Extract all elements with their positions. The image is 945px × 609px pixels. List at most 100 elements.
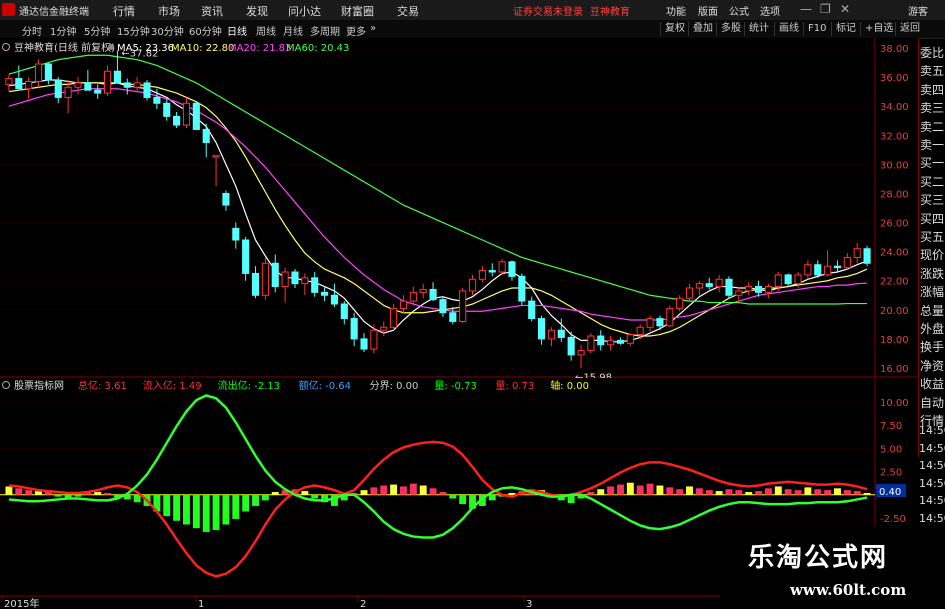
menu-functions[interactable]: 功能 (666, 3, 686, 18)
btn-f10[interactable]: F10 (803, 22, 830, 36)
period-weekly[interactable]: 周线 (256, 23, 276, 38)
btn-adjust[interactable]: 复权 (660, 22, 689, 36)
candle[interactable] (192, 101, 200, 130)
indicator-legend-item: 流出亿: -2.13 (218, 379, 280, 392)
btn-multi-stock[interactable]: 多股 (716, 22, 745, 36)
candle[interactable] (587, 333, 595, 354)
btn-back[interactable]: 返回 (895, 22, 924, 36)
sidebar-item[interactable]: 卖三 (920, 99, 944, 116)
flow-bar (301, 491, 309, 495)
flow-bar (488, 494, 496, 501)
menu-quotes[interactable]: 行情 (113, 3, 135, 19)
menu-news[interactable]: 资讯 (201, 3, 223, 19)
candle[interactable] (390, 304, 398, 331)
period-5min[interactable]: 5分钟 (84, 23, 110, 38)
candle[interactable] (863, 245, 871, 267)
sidebar-item[interactable]: 涨幅 (920, 283, 944, 300)
flow-bar (133, 494, 141, 503)
period-timeshare[interactable]: 分时 (22, 23, 42, 38)
login-warning[interactable]: 证券交易未登录 (513, 3, 583, 18)
sidebar-item[interactable]: 买二 (920, 173, 944, 190)
sidebar-item[interactable]: 涨跌 (920, 265, 944, 282)
menu-layout[interactable]: 版面 (698, 3, 718, 18)
x-tick-label: 2 (360, 599, 366, 609)
flow-bar (400, 486, 407, 495)
flow-bar (626, 482, 634, 495)
y-tick-label: 5.00 (880, 444, 902, 455)
candle[interactable] (666, 305, 674, 328)
flow-bar (764, 488, 772, 495)
sidebar-item[interactable]: 外盘 (920, 320, 944, 337)
legend-ma60: MA60: 20.43 (286, 43, 349, 54)
sidebar-item[interactable]: 卖五 (920, 62, 944, 79)
candlestick-chart[interactable]: 38.00 36.00 34.00 32.00 30.00 28.00 26.00 24.00… (0, 38, 918, 378)
flow-bar (390, 484, 398, 495)
period-daily[interactable]: 日线 (227, 23, 247, 38)
menu-wealth[interactable]: 财富圈 (341, 3, 374, 19)
sidebar-item[interactable]: 卖四 (920, 81, 944, 98)
menu-market[interactable]: 市场 (158, 3, 180, 19)
y-tick-label: 30.00 (880, 160, 909, 171)
sidebar-time: 14:50 (919, 424, 945, 437)
flow-bar (271, 492, 279, 495)
menu-trade[interactable]: 交易 (397, 3, 419, 19)
more-chevron-icon[interactable]: » (370, 23, 376, 34)
menu-options[interactable]: 选项 (760, 3, 780, 18)
period-60min[interactable]: 60分钟 (189, 23, 222, 38)
sidebar-item[interactable]: 买四 (920, 210, 944, 227)
flow-bar (94, 492, 102, 495)
minimize-icon[interactable]: — (800, 2, 812, 16)
sidebar-item[interactable]: 净资 (920, 357, 944, 374)
btn-draw[interactable]: 画线 (774, 22, 803, 36)
sidebar-item[interactable]: 买五 (920, 228, 944, 245)
close-icon[interactable]: ✕ (840, 2, 850, 16)
candle[interactable] (459, 288, 467, 323)
sidebar-item[interactable]: 自动 (920, 394, 944, 411)
menu-discover[interactable]: 发现 (246, 3, 268, 19)
watermark-title: 乐淘公式网 (748, 543, 889, 573)
indicator-legend-item: 额亿: -0.64 (299, 379, 351, 392)
sidebar-item[interactable]: 卖二 (920, 118, 944, 135)
period-multi[interactable]: 多周期 (310, 23, 340, 38)
period-1min[interactable]: 1分钟 (50, 23, 76, 38)
y-tick-label: 7.50 (880, 421, 902, 432)
sidebar-item[interactable]: 委比 (920, 44, 944, 61)
flow-bar (617, 484, 624, 495)
legend-ma5: MA5: 23.36 (117, 43, 174, 54)
menu-formula[interactable]: 公式 (729, 3, 749, 18)
btn-add-watchlist[interactable]: +自选 (860, 22, 897, 36)
candle[interactable] (143, 80, 151, 101)
restore-icon[interactable]: ❐ (820, 2, 831, 16)
flow-bar (192, 494, 200, 529)
sidebar-item[interactable]: 买三 (920, 191, 944, 208)
candle[interactable] (725, 276, 733, 299)
indicator-legend-item: 流入亿: 1.49 (143, 379, 202, 392)
btn-mark[interactable]: 标记 (831, 22, 860, 36)
sidebar-item[interactable]: 总量 (920, 302, 944, 319)
guest-label[interactable]: 游客 (908, 3, 928, 18)
y-tick-label: 22.00 (880, 277, 909, 288)
menu-ask[interactable]: 问小达 (288, 3, 321, 19)
btn-stats[interactable]: 统计 (744, 22, 773, 36)
period-15min[interactable]: 15分钟 (117, 23, 150, 38)
sidebar-item[interactable]: 买一 (920, 154, 944, 171)
ma-settings-icon[interactable] (108, 44, 114, 50)
period-30min[interactable]: 30分钟 (151, 23, 184, 38)
app-logo-icon (2, 3, 15, 16)
period-monthly[interactable]: 月线 (283, 23, 303, 38)
candle[interactable] (518, 273, 526, 306)
flow-bar (252, 494, 259, 506)
period-more[interactable]: 更多 (346, 23, 366, 38)
btn-overlay[interactable]: 叠加 (688, 22, 717, 36)
sidebar-item[interactable]: 现价 (920, 246, 944, 263)
flow-bar (459, 494, 467, 505)
flow-bar (705, 490, 713, 495)
sidebar-item[interactable]: 换手 (920, 338, 944, 355)
current-value-marker: 0.40 (876, 484, 906, 498)
y-tick-label: 16.00 (880, 364, 909, 375)
flow-bar (439, 492, 447, 495)
sidebar-item[interactable]: 收益 (920, 375, 944, 392)
sidebar-item[interactable]: 卖一 (920, 136, 944, 153)
flow-bar (676, 489, 684, 495)
candle[interactable] (261, 257, 269, 300)
